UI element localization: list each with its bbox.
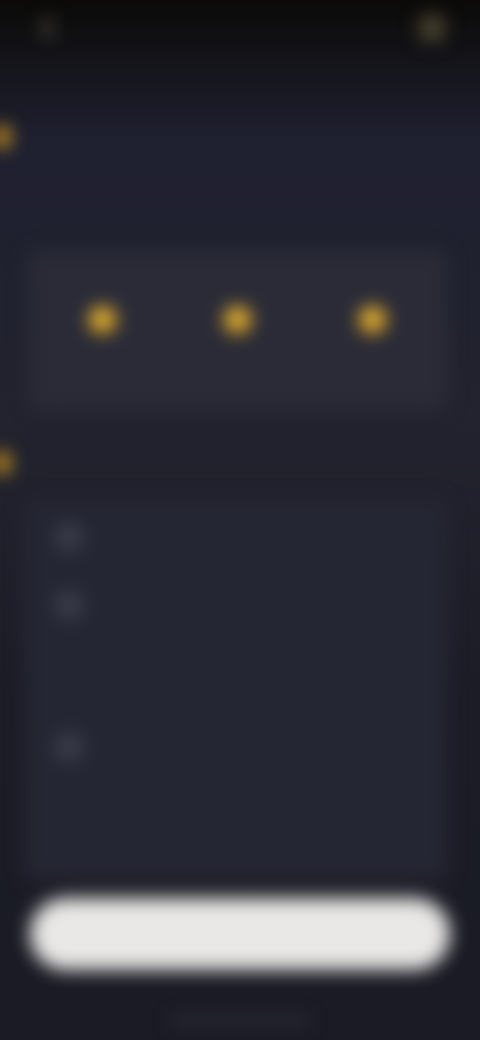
screen <box>0 0 480 1040</box>
rule-number <box>54 590 84 620</box>
primary-action-button[interactable] <box>30 898 450 970</box>
home-indicator <box>170 1018 310 1023</box>
coin-icon <box>89 306 117 334</box>
coin-icon <box>224 306 252 334</box>
coin-icon <box>359 306 387 334</box>
top-action-button[interactable] <box>418 14 446 42</box>
section-accent-bar <box>0 452 10 474</box>
blurred-content <box>0 0 480 1040</box>
levels-card <box>28 250 448 410</box>
level-item <box>318 268 428 398</box>
rule-number <box>54 522 84 552</box>
level-item <box>48 268 158 398</box>
section-accent-bar <box>0 126 10 148</box>
level-item <box>183 268 293 398</box>
rules-card <box>24 500 448 880</box>
levels-section-header <box>0 124 480 154</box>
back-arrow-icon[interactable] <box>34 14 62 42</box>
rule-number <box>54 732 84 762</box>
top-bar <box>0 0 480 60</box>
rules-section-header <box>0 450 480 480</box>
